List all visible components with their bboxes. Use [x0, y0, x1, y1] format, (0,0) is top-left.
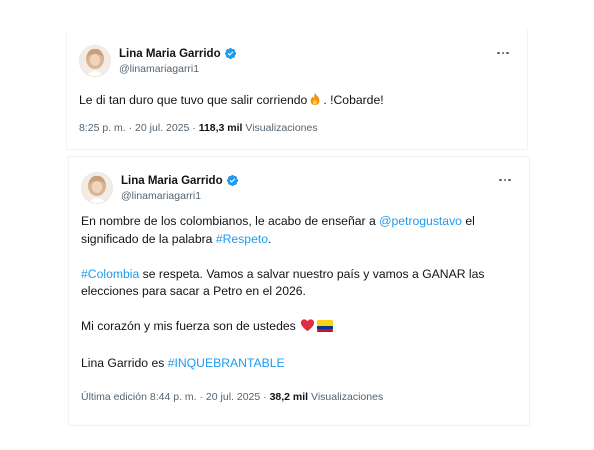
more-options-icon — [497, 51, 500, 55]
tweet-paragraph: Mi corazón y mis fuerza son de ustedes — [81, 318, 515, 338]
views-link[interactable]: Visualizaciones — [245, 122, 317, 134]
more-options-icon-dot — [503, 178, 507, 182]
tweet-text-part: . — [268, 231, 272, 246]
more-options-icon-dot — [508, 178, 511, 182]
profile-photo-avatar-icon — [82, 173, 112, 203]
tweet-text-part: se respeta. Vamos a salvar nuestro país … — [81, 266, 485, 299]
views-count: 118,3 mil — [198, 122, 243, 134]
verified-badge-icon — [224, 47, 237, 60]
profile-photo-avatar-icon — [80, 46, 110, 76]
meta-separator: · — [263, 391, 267, 403]
tweet-text-part: . !Cobarde! — [323, 93, 384, 107]
tweet-text: En nombre de los colombianos, le acabo d… — [81, 213, 515, 373]
screenshot-canvas: Lina Maria Garrido @linamariagarri1 Le d… — [0, 0, 594, 450]
colombia-flag-emoji-icon — [317, 320, 334, 338]
avatar[interactable] — [79, 45, 111, 77]
tweet-time[interactable]: 8:25 p. m. — [79, 122, 126, 134]
tweet-text-part: Mi corazón y mis fuerza son de ustedes — [81, 319, 300, 333]
avatar[interactable] — [81, 172, 113, 204]
tweet-header: Lina Maria Garrido @linamariagarri1 — [79, 44, 515, 80]
views-count: 38,2 mil — [269, 391, 309, 403]
author-display-name[interactable]: Lina Maria Garrido — [121, 175, 223, 187]
views-link[interactable]: Visualizaciones — [311, 391, 383, 403]
tweet-text-part: En nombre de los colombianos, le acabo d… — [81, 214, 380, 228]
red-heart-emoji-icon — [300, 318, 315, 338]
meta-separator: · — [192, 122, 196, 134]
tweet-paragraph: En nombre de los colombianos, le acabo d… — [81, 213, 515, 248]
tweet-text-part: Lina Garrido es — [81, 356, 168, 370]
author-handle[interactable]: @linamariagarri1 — [119, 63, 237, 75]
hashtag-link[interactable]: #INQUEBRANTABLE — [168, 356, 285, 370]
tweet-date[interactable]: 20 jul. 2025 — [135, 122, 189, 134]
author-identity: Lina Maria Garrido @linamariagarri1 — [121, 172, 239, 202]
meta-separator: · — [199, 391, 204, 403]
tweet-paragraph: Lina Garrido es #INQUEBRANTABLE — [81, 355, 515, 373]
more-options-icon-dot — [506, 51, 509, 55]
hashtag-link[interactable]: #Colombia — [81, 267, 139, 281]
tweet-text: Le di tan duro que tuvo que salir corrie… — [79, 92, 513, 112]
author-identity: Lina Maria Garrido @linamariagarri1 — [119, 45, 237, 75]
tweet-metadata: Última edición 8:44 p. m. · 20 jul. 2025… — [81, 391, 383, 403]
tweet-paragraph: #Colombia se respeta. Vamos a salvar nue… — [81, 266, 515, 301]
tweet-time[interactable]: 8:44 p. m. — [150, 391, 197, 403]
edited-label[interactable]: Última edición — [81, 391, 147, 403]
tweet-card[interactable]: Lina Maria Garrido @linamariagarri1 — [66, 30, 528, 150]
meta-separator: · — [128, 122, 133, 134]
author-display-name[interactable]: Lina Maria Garrido — [119, 48, 221, 60]
author-handle[interactable]: @linamariagarri1 — [121, 190, 239, 202]
tweet-header: Lina Maria Garrido @linamariagarri1 — [81, 171, 517, 207]
more-options-icon-dot — [501, 51, 505, 55]
verified-badge-icon — [226, 174, 239, 187]
tweet-card[interactable]: Lina Maria Garrido @linamariagarri1 — [68, 156, 530, 426]
mention-link[interactable]: @petrogustavo — [379, 214, 462, 228]
tweet-date[interactable]: 20 jul. 2025 — [206, 391, 260, 403]
hashtag-link[interactable]: #Respeto — [216, 232, 268, 246]
tweet-metadata: 8:25 p. m. · 20 jul. 2025 · 118,3 mil Vi… — [79, 122, 318, 134]
fire-emoji-icon — [308, 92, 322, 112]
more-options-button[interactable] — [495, 173, 515, 187]
more-options-icon — [499, 178, 502, 182]
tweet-text-part: Le di tan duro que tuvo que salir corrie… — [79, 93, 308, 107]
more-options-button[interactable] — [493, 46, 513, 60]
